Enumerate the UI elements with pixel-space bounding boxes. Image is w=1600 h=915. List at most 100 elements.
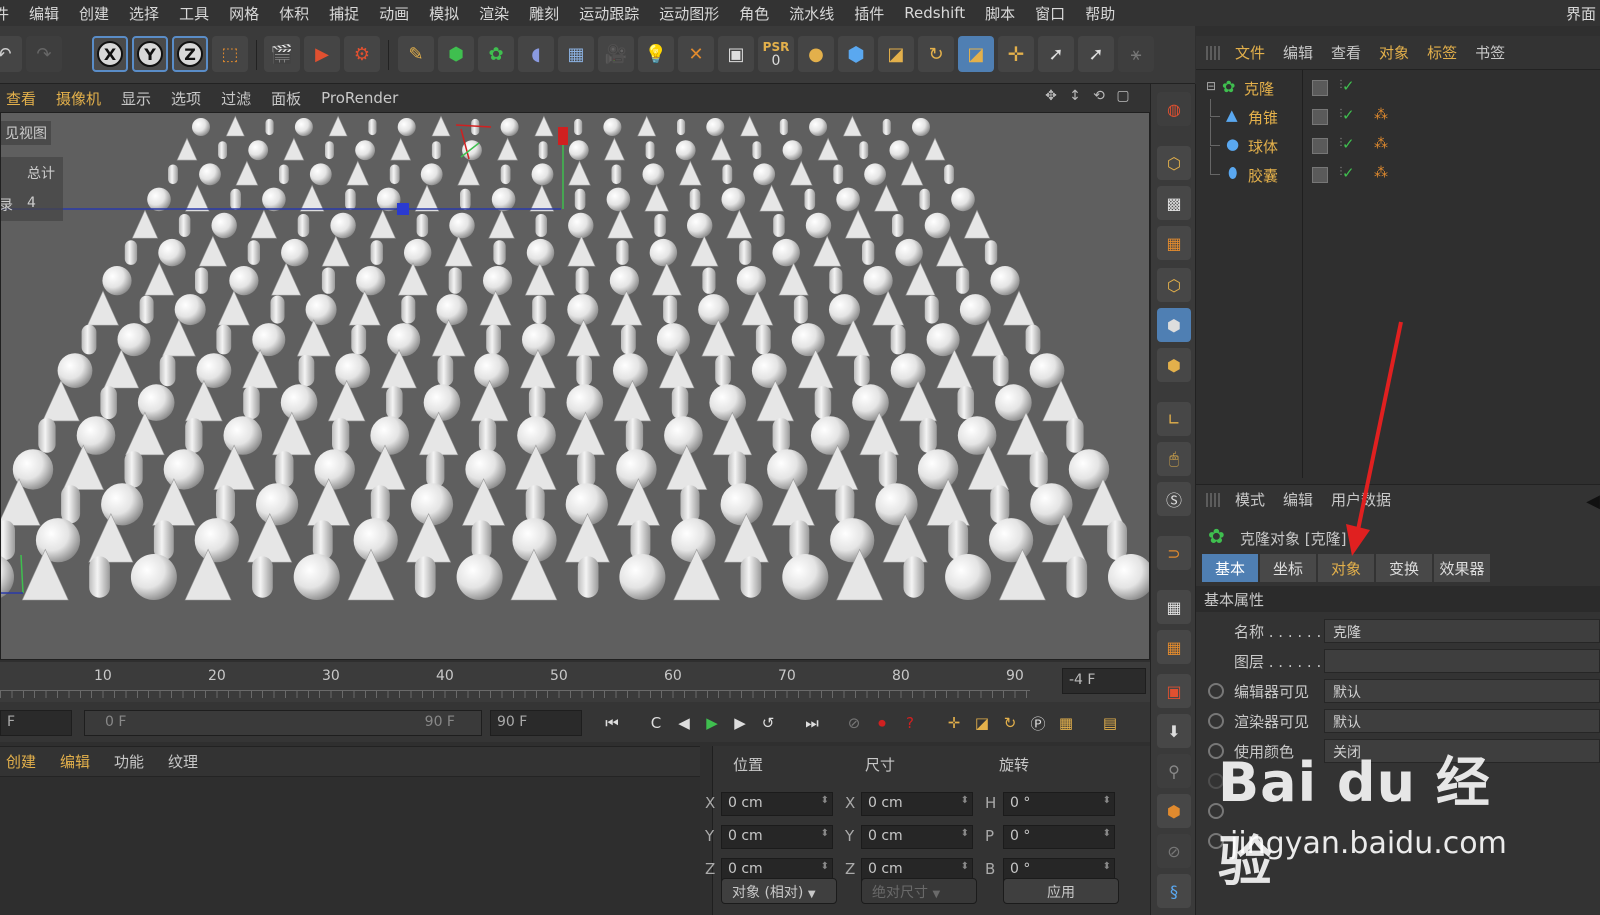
viewport-menu-options[interactable]: 选项 — [161, 88, 211, 109]
python-button[interactable]: § — [1157, 874, 1191, 908]
animate-radio[interactable] — [1208, 713, 1224, 729]
enabled-check-icon[interactable]: ✓ — [1342, 164, 1355, 182]
coordinate-system-button[interactable]: ⬚ — [212, 36, 248, 72]
x-axis-handle[interactable] — [397, 203, 409, 215]
key-scale-button[interactable]: ◪ — [968, 710, 996, 736]
spinner-icon[interactable]: ⬍ — [821, 861, 829, 872]
points-mode-button[interactable]: ⬡ — [1157, 268, 1191, 302]
om-menu-file[interactable]: 文件 — [1226, 42, 1274, 63]
key-rotation-button[interactable]: ↻ — [996, 710, 1024, 736]
menu-item-window[interactable]: 窗口 — [1025, 3, 1075, 24]
am-menu-mode[interactable]: 模式 — [1226, 489, 1274, 510]
spinner-icon[interactable]: ⬍ — [1103, 795, 1111, 806]
light-button[interactable]: 💡 — [638, 36, 674, 72]
menu-item-redshift[interactable]: Redshift — [894, 4, 975, 22]
object-name[interactable]: 克隆 — [1244, 78, 1274, 99]
viewport-menu-display[interactable]: 显示 — [111, 88, 161, 109]
menu-item-help[interactable]: 帮助 — [1075, 3, 1125, 24]
phong-tag-icon[interactable]: ⁂ — [1374, 165, 1388, 181]
om-menu-view[interactable]: 查看 — [1322, 42, 1370, 63]
layer-swatch[interactable] — [1312, 167, 1328, 183]
maximize-icon[interactable]: ▢ — [1114, 88, 1132, 106]
section-header[interactable]: 基本属性 — [1196, 586, 1600, 612]
axis-modifier-button[interactable]: ● — [798, 36, 834, 72]
3d-viewport[interactable]: 见视图 总计 录 4 — [0, 112, 1150, 660]
menu-item-volume[interactable]: 体积 — [269, 3, 319, 24]
edges-mode-button[interactable]: ⬢ — [1157, 308, 1191, 342]
character-button[interactable]: ⚲ — [1157, 754, 1191, 788]
prev-frame-button[interactable]: ◀ — [670, 710, 698, 736]
om-menu-tags[interactable]: 标签 — [1418, 42, 1466, 63]
solo-button[interactable]: Ⓢ — [1157, 482, 1191, 516]
enable-axis-button[interactable]: ∟ — [1157, 402, 1191, 436]
menu-item-animate[interactable]: 动画 — [369, 3, 419, 24]
menu-item-tools[interactable]: 工具 — [169, 3, 219, 24]
object-row-cloner[interactable]: ⊟ ✿ 克隆 ⋮ ✓ — [1196, 74, 1600, 102]
viewport-menu-prorender[interactable]: ProRender — [311, 89, 408, 107]
grip-icon[interactable] — [1206, 492, 1220, 507]
phong-tag-icon[interactable]: ⁂ — [1374, 107, 1388, 123]
floor-button[interactable]: ▦ — [558, 36, 594, 72]
size-y-field[interactable]: 0 cm ⬍ — [861, 825, 973, 849]
auto-key-button[interactable]: ? — [896, 710, 924, 736]
render-view-button[interactable]: 🎬 — [264, 36, 300, 72]
enabled-check-icon[interactable]: ✓ — [1342, 77, 1355, 95]
spinner-icon[interactable]: ⬍ — [1103, 828, 1111, 839]
play-button[interactable]: ▶ — [698, 710, 726, 736]
material-menu-function[interactable]: 功能 — [102, 751, 156, 772]
x-axis-lock-button[interactable]: X — [92, 36, 128, 72]
rotate-tool-button[interactable]: ↻ — [918, 36, 954, 72]
position-x-field[interactable]: 0 cm ⬍ — [721, 792, 833, 816]
cube-primitive-button[interactable]: ⬢ — [438, 36, 474, 72]
rotation-h-field[interactable]: 0 ° ⬍ — [1003, 792, 1115, 816]
texture-mode-button[interactable]: ▩ — [1157, 186, 1191, 220]
animate-radio[interactable] — [1208, 743, 1224, 759]
am-menu-edit[interactable]: 编辑 — [1274, 489, 1322, 510]
viewport-menu-panel[interactable]: 面板 — [261, 88, 311, 109]
disabled-tool-button[interactable]: ⊘ — [1157, 834, 1191, 868]
name-field[interactable]: 克隆 — [1324, 619, 1600, 643]
spinner-icon[interactable]: ⬍ — [821, 828, 829, 839]
next-frame-button[interactable]: ▶ — [726, 710, 754, 736]
dolly-icon[interactable]: ↕ — [1066, 88, 1084, 106]
workplane-lock-button[interactable]: ▦ — [1157, 590, 1191, 624]
animate-radio[interactable] — [1208, 833, 1224, 849]
model-mode-palette-button[interactable]: ⬡ — [1157, 146, 1191, 180]
back-arrow-icon[interactable]: ◀ — [1586, 491, 1600, 512]
record-off-button[interactable]: ⊘ — [840, 710, 868, 736]
editor-visible-dropdown[interactable]: 默认 — [1324, 679, 1600, 703]
workplane-mode-button[interactable]: ▦ — [1157, 226, 1191, 260]
pen-tool-button[interactable]: ✎ — [398, 36, 434, 72]
tab-object[interactable]: 对象 — [1318, 554, 1374, 582]
rotation-p-field[interactable]: 0 ° ⬍ — [1003, 825, 1115, 849]
animate-radio[interactable] — [1208, 773, 1224, 789]
coordinate-mode-dropdown[interactable]: 对象 (相对) ▼ — [721, 878, 837, 904]
live-selection-button[interactable]: ➚ — [1038, 36, 1074, 72]
menu-item-simulate[interactable]: 模拟 — [419, 3, 469, 24]
key-parameter-button[interactable]: Ⓟ — [1024, 710, 1052, 736]
menu-item-character[interactable]: 角色 — [729, 3, 779, 24]
snap-magnet-button[interactable]: ⊃ — [1157, 536, 1191, 570]
enabled-check-icon[interactable]: ✓ — [1342, 106, 1355, 124]
object-row-capsule[interactable]: ⬮ 胶囊 ⋮ ✓ ⁂ — [1196, 147, 1600, 189]
animate-radio[interactable] — [1208, 803, 1224, 819]
psr-button[interactable]: PSR 0 — [758, 36, 794, 72]
menu-item-edit[interactable]: 编辑 — [19, 3, 69, 24]
snap-button[interactable]: ▣ — [718, 36, 754, 72]
scale-active-button[interactable]: ◪ — [958, 36, 994, 72]
material-menu-texture[interactable]: 纹理 — [156, 751, 210, 772]
layer-swatch[interactable] — [1312, 138, 1328, 154]
start-frame-field[interactable]: F — [0, 710, 72, 736]
layer-swatch[interactable] — [1312, 109, 1328, 125]
render-visible-dropdown[interactable]: 默认 — [1324, 709, 1600, 733]
menu-item-select[interactable]: 选择 — [119, 3, 169, 24]
spinner-icon[interactable]: ⬍ — [1103, 861, 1111, 872]
object-row-sphere[interactable]: ● 球体 ⋮ ✓ ⁂ — [1196, 118, 1600, 160]
menu-item-script[interactable]: 脚本 — [975, 3, 1025, 24]
layer-swatch[interactable] — [1312, 80, 1328, 96]
z-axis-lock-button[interactable]: Z — [172, 36, 208, 72]
move-tool-button[interactable]: ✛ — [998, 36, 1034, 72]
spinner-icon[interactable]: ⬍ — [961, 795, 969, 806]
tab-basic[interactable]: 基本 — [1202, 554, 1258, 582]
material-manager-area[interactable] — [0, 776, 700, 915]
